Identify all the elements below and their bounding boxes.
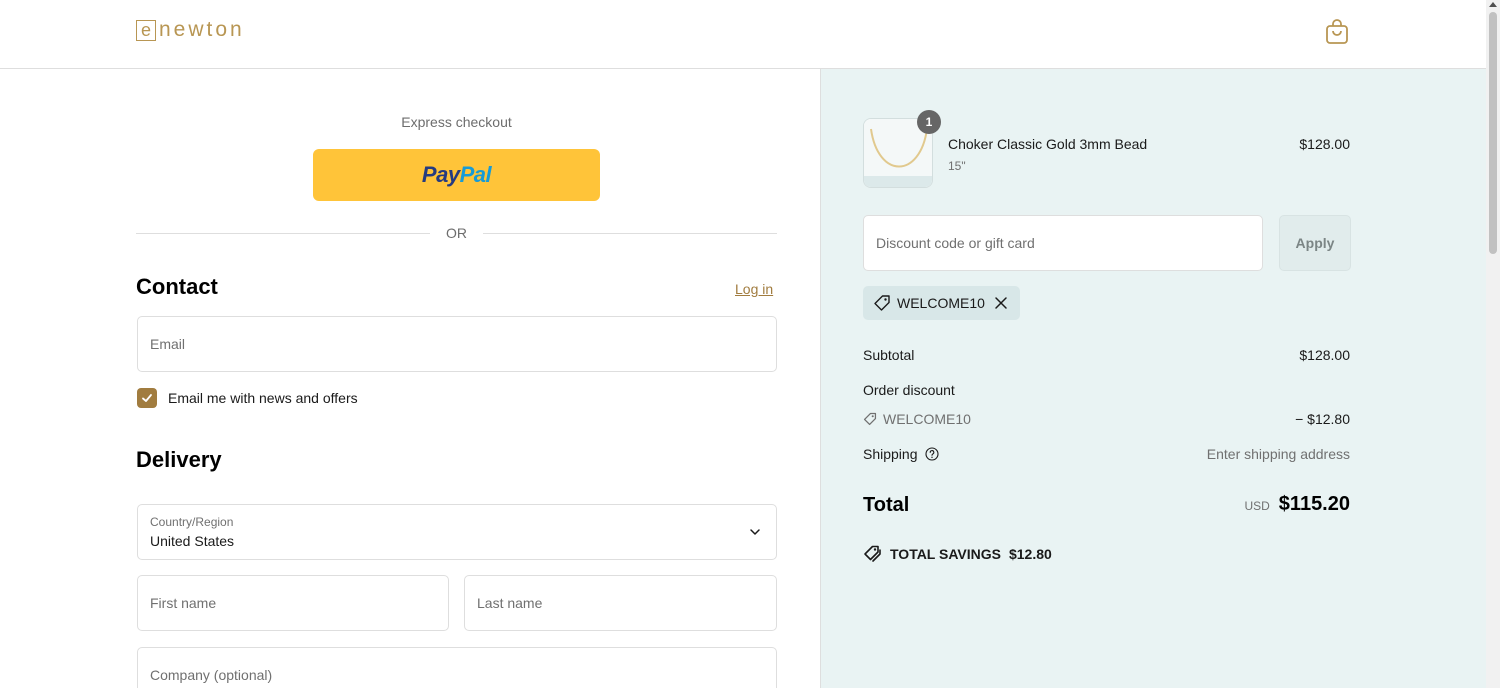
logo-text: newton: [159, 18, 245, 41]
logo[interactable]: e newton: [136, 18, 245, 42]
page-scrollbar[interactable]: [1486, 0, 1500, 688]
savings-label: TOTAL SAVINGS: [890, 545, 1001, 562]
shipping-value: Enter shipping address: [1206, 446, 1350, 462]
subtotal-label: Subtotal: [863, 347, 915, 363]
order-summary: 1 Choker Classic Gold 3mm Bead 15" $128.…: [820, 69, 1486, 688]
delivery-heading: Delivery: [136, 447, 222, 472]
scroll-up-arrow-icon[interactable]: [1489, 2, 1497, 7]
total-label: Total: [863, 494, 910, 516]
tag-icon: [874, 295, 890, 311]
help-icon[interactable]: [924, 447, 939, 461]
country-label: Country/Region: [150, 515, 234, 529]
applied-code-label: WELCOME10: [897, 295, 985, 311]
discount-code-label: WELCOME10: [883, 411, 971, 427]
discount-code-field[interactable]: [864, 216, 1262, 270]
header: e newton: [0, 0, 1486, 69]
newsletter-checkbox[interactable]: [137, 388, 157, 408]
quantity-badge: 1: [917, 110, 941, 134]
company-field[interactable]: [138, 648, 776, 688]
discount-value: − $12.80: [1295, 411, 1350, 427]
shipping-row: Shipping: [863, 446, 939, 462]
or-text: OR: [446, 225, 467, 241]
express-checkout-title: Express checkout: [401, 114, 512, 130]
total-value-group: USD $115.20: [1244, 493, 1350, 516]
subtotal-value: $128.00: [1299, 347, 1350, 363]
discount-field-wrapper: [863, 215, 1263, 271]
currency-code: USD: [1244, 499, 1270, 513]
checkout-form: Express checkout PayPal OR Contact Log i…: [0, 69, 820, 688]
total-value: $115.20: [1278, 493, 1350, 515]
paypal-button[interactable]: PayPal: [313, 149, 600, 201]
apply-button[interactable]: Apply: [1279, 215, 1351, 271]
chevron-down-icon: [750, 529, 760, 535]
close-icon[interactable]: [994, 296, 1008, 310]
divider-line: [136, 232, 430, 234]
first-name-field[interactable]: [138, 576, 448, 630]
scrollbar-thumb[interactable]: [1489, 12, 1497, 254]
newsletter-label: Email me with news and offers: [168, 390, 358, 406]
total-savings: TOTAL SAVINGS $12.80: [863, 544, 1052, 563]
logo-letter: e: [136, 19, 156, 41]
divider-line: [483, 232, 777, 234]
email-field[interactable]: [138, 317, 776, 371]
tags-icon: [864, 545, 881, 562]
product-name: Choker Classic Gold 3mm Bead: [948, 136, 1148, 152]
savings-value: $12.80: [1008, 545, 1052, 562]
order-discount-label: Order discount: [863, 382, 955, 398]
last-name-wrapper: [464, 575, 777, 631]
or-divider: OR: [136, 223, 777, 243]
first-name-wrapper: [137, 575, 449, 631]
newsletter-option[interactable]: Email me with news and offers: [137, 388, 358, 408]
applied-discount-chip: WELCOME10: [863, 286, 1020, 320]
product-price: $128.00: [1299, 136, 1350, 152]
email-field-wrapper: [137, 316, 777, 372]
login-link[interactable]: Log in: [735, 281, 773, 297]
country-select[interactable]: Country/Region United States: [137, 504, 777, 560]
shipping-label: Shipping: [863, 446, 918, 462]
tag-icon: [863, 412, 877, 426]
country-value: United States: [150, 533, 235, 549]
shopping-bag-icon[interactable]: [1325, 19, 1349, 45]
checkmark-icon: [142, 394, 152, 402]
last-name-field[interactable]: [465, 576, 776, 630]
product-variant: 15": [948, 159, 966, 173]
paypal-logo: PayPal: [421, 162, 492, 187]
discount-code-row: WELCOME10: [863, 411, 971, 427]
company-wrapper: [137, 647, 777, 688]
contact-heading: Contact: [136, 274, 218, 299]
